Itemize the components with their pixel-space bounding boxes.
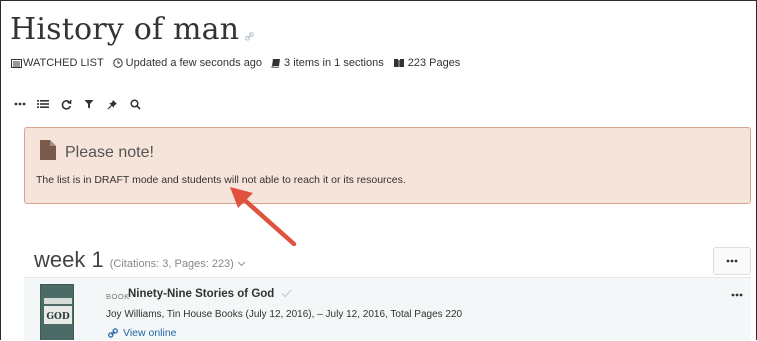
list-icon[interactable] [36, 98, 50, 110]
more-icon [731, 293, 743, 297]
watched-list-label: WATCHED LIST [23, 57, 104, 69]
items-count-text: 3 items in 1 sections [284, 57, 384, 69]
cover-text: GOD [44, 306, 72, 324]
more-icon[interactable] [13, 98, 27, 110]
annotation-arrow [230, 187, 297, 247]
updated-text: Updated a few seconds ago [125, 57, 263, 69]
pages-count-text: 223 Pages [407, 57, 461, 69]
updated-status: Updated a few seconds ago [112, 57, 263, 69]
book-icon [271, 59, 281, 68]
page-title: History of man [10, 12, 255, 47]
item-title[interactable]: Ninety-Nine Stories of God [128, 288, 292, 300]
watched-list-icon [11, 58, 22, 68]
app-frame: History of man WATCHED LIST Updated a fe… [0, 0, 757, 340]
link-icon [108, 328, 118, 338]
pin-icon[interactable] [105, 98, 119, 110]
watched-list-badge: WATCHED LIST [11, 57, 104, 69]
section-meta: (Citations: 3, Pages: 223) [109, 258, 234, 270]
clock-icon [112, 58, 123, 68]
file-icon [40, 140, 56, 165]
link-icon[interactable] [245, 15, 255, 41]
item-details: Joy Williams, Tin House Books (July 12, … [106, 309, 463, 320]
pages-count: 223 Pages [393, 57, 461, 69]
view-online-label: View online [123, 327, 177, 339]
week-section: week 1 (Citations: 3, Pages: 223) GOD BO… [24, 247, 751, 340]
draft-notice: Please note! The list is in DRAFT mode a… [24, 127, 751, 204]
section-header[interactable]: week 1 (Citations: 3, Pages: 223) [34, 247, 246, 273]
section-menu-button[interactable] [713, 247, 751, 275]
list-toolbar [13, 98, 151, 110]
chevron-down-icon[interactable] [237, 259, 246, 270]
search-icon[interactable] [128, 98, 142, 110]
list-item[interactable]: GOD BOOK Ninety-Nine Stories of God Joy … [24, 277, 751, 340]
items-count: 3 items in 1 sections [271, 57, 384, 69]
list-meta: WATCHED LIST Updated a few seconds ago 3… [11, 57, 469, 69]
notice-title: Please note! [65, 144, 154, 161]
view-online-link[interactable]: View online [108, 327, 177, 339]
item-menu-button[interactable] [731, 284, 743, 302]
pages-icon [393, 59, 404, 67]
check-icon [281, 289, 292, 298]
item-title-text: Ninety-Nine Stories of God [128, 288, 275, 300]
notice-text: The list is in DRAFT mode and students w… [36, 174, 406, 186]
filter-icon[interactable] [82, 98, 96, 110]
refresh-icon[interactable] [59, 98, 73, 110]
book-cover[interactable]: GOD [40, 284, 74, 340]
item-type: BOOK [106, 292, 130, 301]
page-title-text: History of man [10, 12, 240, 47]
more-icon [726, 259, 738, 263]
section-title: week 1 [34, 247, 104, 272]
